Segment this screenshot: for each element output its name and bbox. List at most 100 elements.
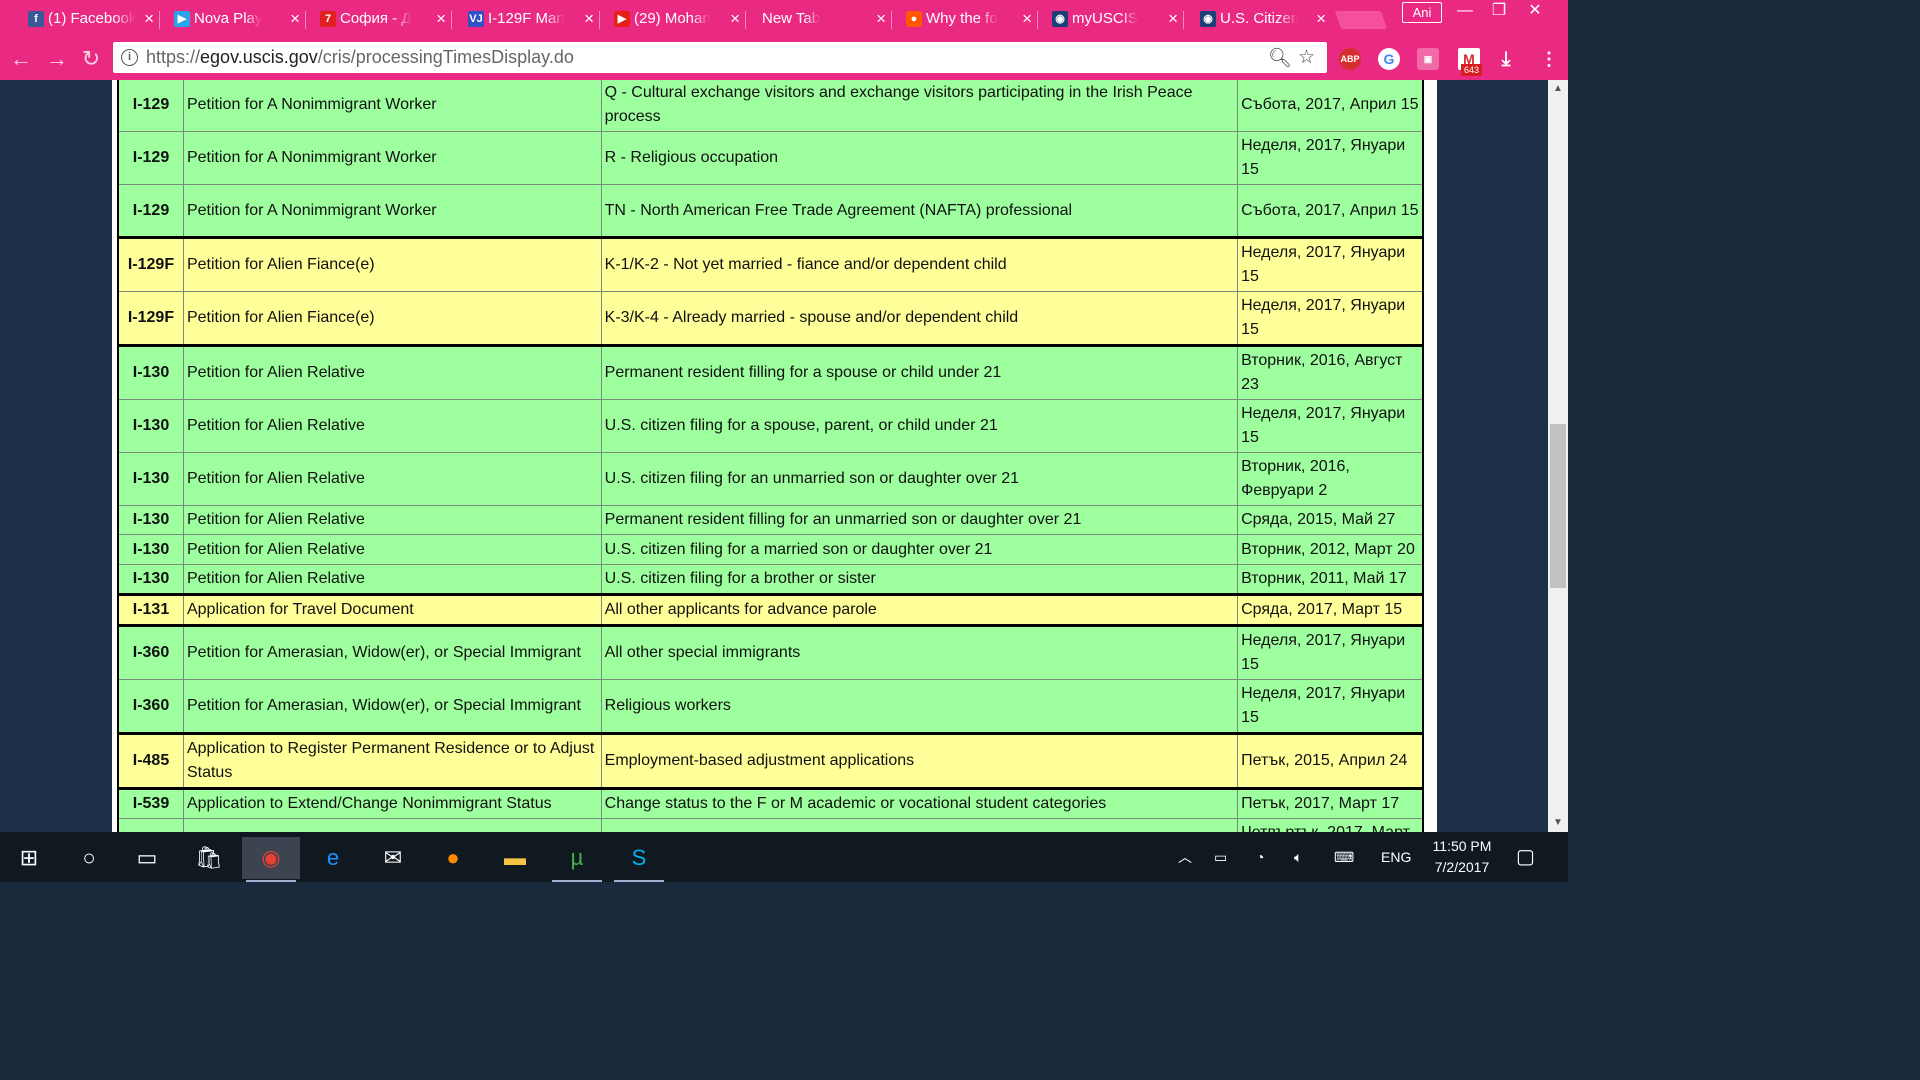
tab-strip: Ani — ❐ ✕ f (1) Facebook × ▶ Nova Play × 7 Софи… [0, 0, 1568, 38]
close-window-icon[interactable]: ✕ [1518, 0, 1552, 24]
tab-7[interactable]: ● Why the fo × [898, 3, 1038, 38]
clock-time: 11:50 PM [1432, 838, 1492, 854]
tab-1[interactable]: f (1) Facebook × [20, 3, 160, 38]
restore-icon[interactable]: ❐ [1482, 0, 1516, 24]
profile-button[interactable]: Ani [1402, 2, 1442, 23]
download-icon[interactable]: ⤓ [1495, 48, 1517, 70]
chrome-icon[interactable]: ◉ [242, 837, 300, 882]
tab-title: U.S. Citizen [1220, 10, 1300, 27]
classification-cell: U.S. citizen filing for a spouse, parent… [600, 399, 1239, 453]
tab-8[interactable]: ◉ myUSCIS × [1044, 3, 1184, 38]
classification-cell [600, 818, 1239, 832]
table-row: I-130 Petition for Alien Relative Permanen… [116, 344, 1425, 400]
bookmark-star-icon[interactable]: ☆ [1298, 46, 1315, 69]
form-title-cell: Petition for Alien Relative [182, 534, 602, 565]
action-center-icon[interactable]: ▢ [1516, 832, 1535, 882]
processing-date-cell: Неделя, 2017, Януари 15 [1237, 679, 1425, 734]
site-info-icon[interactable]: i [121, 49, 138, 66]
browser-toolbar: ← → ↻ i https://egov.uscis.gov/cris/proc… [0, 38, 1568, 80]
form-number-cell: I-129 [116, 184, 184, 238]
forward-icon[interactable]: → [42, 44, 72, 74]
form-number-cell: I-129F [116, 291, 184, 346]
minimize-icon[interactable]: — [1448, 0, 1482, 24]
seven-icon: 7 [320, 11, 336, 27]
tab-title: (29) Mohan [634, 10, 711, 27]
form-title-cell: Petition for Alien Relative [182, 564, 602, 595]
table-row: I-129 Petition for A Nonimmigrant Worker Q… [116, 80, 1425, 132]
form-number-cell: I-360 [116, 679, 184, 734]
reddit-icon: ● [906, 11, 922, 27]
tab-title: Why the fo [926, 10, 998, 27]
gmail-unread-badge: 643 [1461, 64, 1483, 76]
classification-cell: Permanent resident filling for an unmarr… [600, 505, 1239, 535]
tab-close-icon[interactable]: × [436, 3, 446, 35]
utorrent-icon[interactable]: µ [548, 837, 606, 882]
form-title-cell: Petition for A Nonimmigrant Worker [182, 131, 602, 185]
tab-5[interactable]: ▶ (29) Mohan × [606, 3, 746, 38]
form-title-cell: Petition for A Nonimmigrant Worker [182, 80, 602, 132]
tab-close-icon[interactable]: × [1168, 3, 1178, 35]
tab-2[interactable]: ▶ Nova Play × [166, 3, 306, 38]
form-title-cell: Petition for A Nonimmigrant Worker [182, 184, 602, 238]
tab-title: I-129F Man [488, 10, 565, 27]
store-icon[interactable]: 🛍︎ [180, 837, 238, 879]
wifi-icon[interactable]: ◔ [1256, 832, 1264, 882]
form-title-cell: Petition for Alien Relative [182, 344, 602, 400]
form-number-cell: I-130 [116, 399, 184, 453]
tab-close-icon[interactable]: × [584, 3, 594, 35]
classification-cell: U.S. citizen filing for a married son or… [600, 534, 1239, 565]
table-row: I-131 Application for Travel Document All … [116, 593, 1425, 626]
battery-icon[interactable]: ▭ [1214, 832, 1227, 882]
tab-title: София - Д [340, 10, 412, 27]
skype-icon[interactable]: S [610, 837, 668, 882]
form-title-cell: Application for Travel Document [182, 593, 602, 626]
tab-close-icon[interactable]: × [1316, 3, 1326, 35]
table-row: I-129F Petition for Alien Fiance(e) K-1/K-… [116, 236, 1425, 292]
table-row: I-539 Application to Extend/Change Nonimm… [116, 787, 1425, 819]
tab-6[interactable]: New Tab × [752, 3, 892, 38]
tab-title: myUSCIS [1072, 10, 1138, 27]
vertical-scrollbar[interactable]: ▲ ▼ [1548, 80, 1568, 832]
camera-icon[interactable]: ▣ [1417, 48, 1439, 70]
vj-icon: VJ [468, 11, 484, 27]
mail-icon[interactable]: ✉ [364, 837, 422, 879]
classification-cell: TN - North American Free Trade Agreement… [600, 184, 1239, 238]
tab-close-icon[interactable]: × [290, 3, 300, 35]
new-tab-button[interactable] [1334, 11, 1388, 29]
reload-icon[interactable]: ↻ [76, 44, 106, 74]
task-view-icon[interactable]: ▭ [118, 837, 176, 879]
volume-icon[interactable]: 🔈︎ [1294, 832, 1302, 882]
language-indicator[interactable]: ENG [1381, 832, 1411, 882]
tab-4[interactable]: VJ I-129F Man × [460, 3, 600, 38]
url-text[interactable]: https://egov.uscis.gov/cris/processingTi… [146, 47, 574, 68]
address-bar[interactable]: i https://egov.uscis.gov/cris/processing… [113, 42, 1327, 73]
form-title-cell: Petition for Amerasian, Widow(er), or Sp… [182, 679, 602, 734]
processing-date-cell: Петък, 2015, Април 24 [1237, 732, 1425, 789]
scroll-up-icon[interactable]: ▲ [1548, 80, 1568, 98]
tray-chevron-icon[interactable]: ︿ [1178, 832, 1192, 882]
form-title-cell: Petition for Alien Fiance(e) [182, 236, 602, 292]
back-icon[interactable]: ← [6, 44, 36, 74]
tab-3[interactable]: 7 София - Д × [312, 3, 452, 38]
search-icon[interactable]: ○ [60, 837, 118, 879]
edge-icon[interactable]: e [304, 837, 362, 879]
firefox-icon[interactable]: ● [424, 837, 482, 879]
classification-cell: Q - Cultural exchange visitors and excha… [600, 80, 1239, 132]
dhs-seal-icon: ◉ [1052, 11, 1068, 27]
tab-close-icon[interactable]: × [144, 3, 154, 35]
tab-close-icon[interactable]: × [1022, 3, 1032, 35]
zoom-icon[interactable]: 🔍︎ [1268, 46, 1292, 70]
scroll-down-icon[interactable]: ▼ [1548, 814, 1568, 832]
keyboard-icon[interactable]: ⌨ [1334, 832, 1354, 882]
classification-cell: Religious workers [600, 679, 1239, 734]
tab-close-icon[interactable]: × [876, 3, 886, 35]
menu-icon[interactable]: ⋮ [1538, 48, 1560, 70]
tab-9[interactable]: ◉ U.S. Citizen × [1192, 3, 1332, 38]
clock[interactable]: 11:50 PM 7/2/2017 [1426, 836, 1498, 878]
google-icon[interactable]: G [1378, 48, 1400, 70]
scrollbar-thumb[interactable] [1550, 424, 1566, 588]
adblock-plus-icon[interactable]: ABP [1339, 48, 1361, 70]
start-icon[interactable]: ⊞ [0, 837, 58, 879]
tab-close-icon[interactable]: × [730, 3, 740, 35]
file-explorer-icon[interactable]: ▬ [486, 837, 544, 879]
